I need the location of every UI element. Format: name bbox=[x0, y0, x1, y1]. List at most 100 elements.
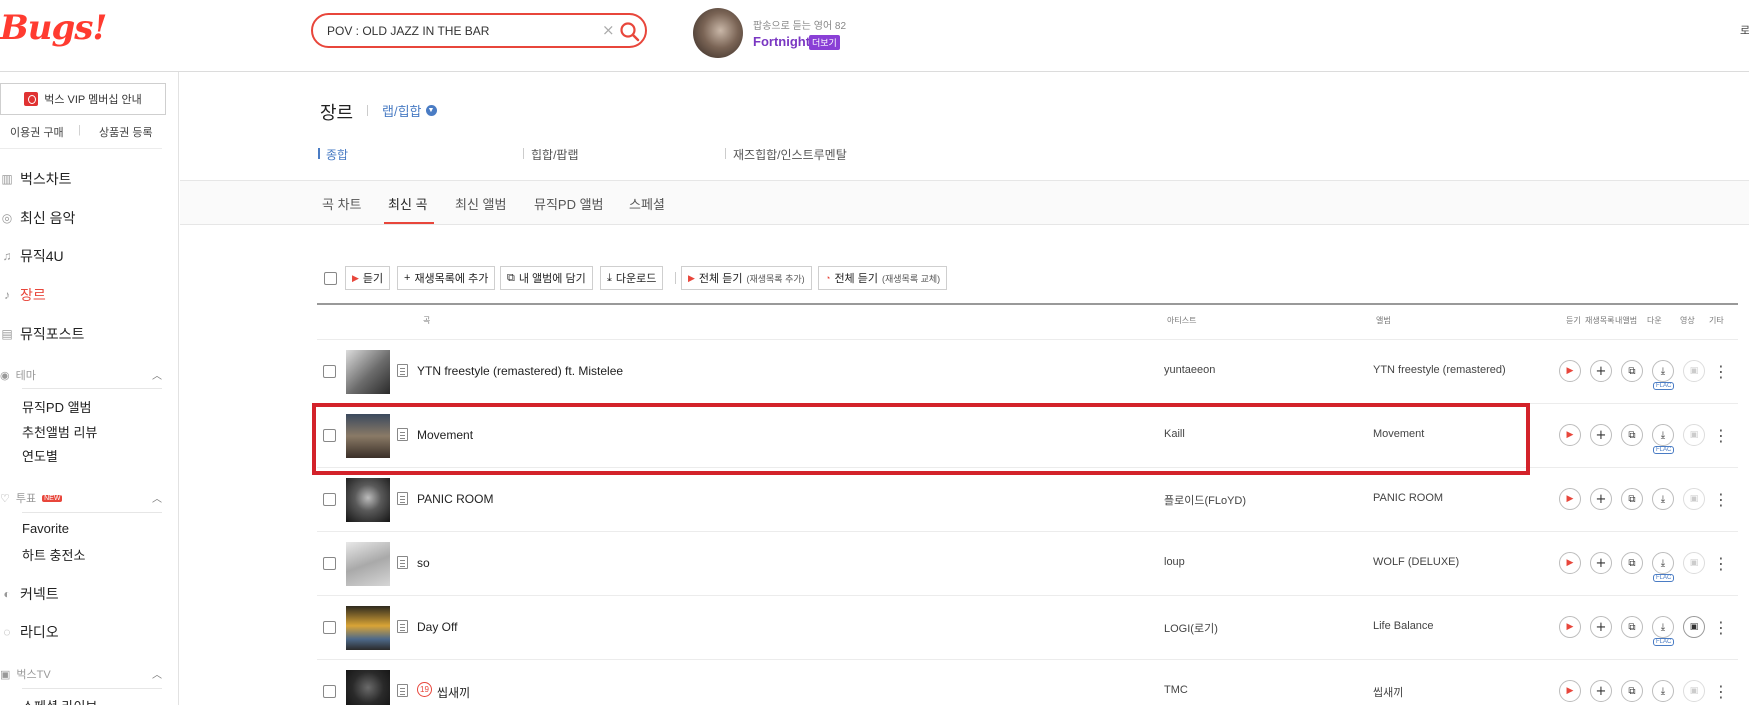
more-options-icon[interactable]: ⋮ bbox=[1710, 360, 1732, 382]
download-icon[interactable]: ⤓ bbox=[1652, 488, 1674, 510]
tab-musicpd-albums[interactable]: 뮤직PD 앨범 bbox=[534, 194, 604, 213]
subgenre-all[interactable]: 종합 bbox=[317, 146, 348, 163]
track-album[interactable]: Life Balance bbox=[1373, 620, 1434, 632]
track-title[interactable]: so bbox=[417, 556, 430, 570]
coupon-link[interactable]: 상품권 등록 bbox=[99, 124, 153, 140]
add-to-playlist-icon[interactable]: + bbox=[1590, 552, 1612, 574]
tv-item-special-live[interactable]: 스페셜 라이브 bbox=[22, 696, 97, 705]
table-row[interactable]: so loup WOLF (DELUXE) ▶ + ⧉ ⤓ FLAC ▣ ⋮ bbox=[317, 531, 1738, 595]
track-artist[interactable]: LOGI(로기) bbox=[1164, 620, 1218, 636]
add-to-playlist-icon[interactable]: + bbox=[1590, 488, 1612, 510]
tab-special[interactable]: 스페셜 bbox=[629, 194, 665, 213]
add-to-album-icon[interactable]: ⧉ bbox=[1621, 616, 1643, 638]
download-icon[interactable]: ⤓ bbox=[1652, 616, 1674, 638]
vote-section-header[interactable]: ♡ 투표 NEW ︿ bbox=[0, 490, 162, 506]
track-title[interactable]: Day Off bbox=[417, 620, 457, 634]
bugs-tv-section-header[interactable]: ▣ 벅스TV ︿ bbox=[0, 666, 162, 682]
tab-new-albums[interactable]: 최신 앨범 bbox=[455, 194, 506, 213]
table-row[interactable]: Day Off LOGI(로기) Life Balance ▶ + ⧉ ⤓ FL… bbox=[317, 595, 1738, 659]
video-icon[interactable]: ▣ bbox=[1683, 616, 1705, 638]
vip-membership-button[interactable]: 벅스 VIP 멤버십 안내 bbox=[0, 83, 166, 115]
track-title[interactable]: 씹새끼 bbox=[437, 684, 470, 701]
sidebar-item-connect[interactable]: ◐ 커넥트 bbox=[0, 584, 58, 604]
track-artist[interactable]: yuntaeeon bbox=[1164, 364, 1215, 376]
download-icon[interactable]: ⤓ bbox=[1652, 424, 1674, 446]
sidebar-item-bugs-chart[interactable]: ▥ 벅스차트 bbox=[0, 169, 71, 189]
lyrics-icon[interactable] bbox=[397, 684, 408, 697]
chevron-up-icon[interactable]: ︿ bbox=[152, 490, 162, 505]
add-to-playlist-icon[interactable]: + bbox=[1590, 424, 1612, 446]
theme-section-header[interactable]: ◉ 테마 ︿ bbox=[0, 367, 162, 383]
table-row[interactable]: YTN freestyle (remastered) ft. Mistelee … bbox=[317, 339, 1738, 403]
table-row[interactable]: 19 씹새끼 TMC 씹새끼 ▶ + ⧉ ⤓ ▣ ⋮ bbox=[317, 659, 1738, 705]
play-icon[interactable]: ▶ bbox=[1559, 488, 1581, 510]
track-title[interactable]: YTN freestyle (remastered) ft. Mistelee bbox=[417, 364, 623, 378]
sidebar-item-radio[interactable]: ◌ 라디오 bbox=[0, 622, 58, 642]
more-options-icon[interactable]: ⋮ bbox=[1710, 488, 1732, 510]
subgenre-hiphop-poprap[interactable]: 힙합/팝랩 bbox=[523, 146, 579, 163]
lyrics-icon[interactable] bbox=[397, 556, 408, 569]
sidebar-item-new-music[interactable]: ◎ 최신 음악 bbox=[0, 208, 76, 228]
play-icon[interactable]: ▶ bbox=[1559, 680, 1581, 702]
promo-more-button[interactable]: 더보기 bbox=[809, 35, 840, 50]
more-options-icon[interactable]: ⋮ bbox=[1710, 424, 1732, 446]
header-edge-text[interactable]: 로 bbox=[1740, 22, 1749, 38]
clear-icon[interactable]: × bbox=[602, 21, 615, 39]
album-thumbnail[interactable] bbox=[346, 478, 390, 522]
bugs-logo[interactable]: Bugs! bbox=[0, 8, 107, 48]
buy-pass-link[interactable]: 이용권 구매 bbox=[10, 124, 64, 140]
promo-thumbnail[interactable] bbox=[693, 8, 743, 58]
sidebar-item-music-post[interactable]: ▤ 뮤직포스트 bbox=[0, 324, 84, 344]
download-button[interactable]: ⤓ 다운로드 bbox=[600, 266, 664, 290]
subgenre-jazzhiphop[interactable]: 재즈힙합/인스트루멘탈 bbox=[725, 146, 847, 163]
sidebar-item-music4u[interactable]: ♫ 뮤직4U bbox=[0, 246, 64, 266]
album-thumbnail[interactable] bbox=[346, 350, 390, 394]
theme-item-album-review[interactable]: 추천앨범 리뷰 bbox=[22, 422, 97, 441]
row-checkbox[interactable] bbox=[323, 621, 336, 634]
album-thumbnail[interactable] bbox=[346, 670, 390, 705]
listen-all-replace-button[interactable]: ◔ 전체 듣기 (재생목록 교체) bbox=[818, 266, 948, 290]
theme-item-by-year[interactable]: 연도별 bbox=[22, 446, 58, 465]
lyrics-icon[interactable] bbox=[397, 364, 408, 377]
add-to-album-icon[interactable]: ⧉ bbox=[1621, 360, 1643, 382]
vote-item-favorite[interactable]: Favorite bbox=[22, 521, 69, 536]
search-box[interactable]: × bbox=[311, 13, 647, 48]
track-album[interactable]: PANIC ROOM bbox=[1373, 492, 1443, 504]
select-all-checkbox[interactable] bbox=[324, 272, 337, 285]
chevron-up-icon[interactable]: ︿ bbox=[152, 367, 162, 382]
lyrics-icon[interactable] bbox=[397, 620, 408, 633]
download-icon[interactable]: ⤓ bbox=[1652, 360, 1674, 382]
theme-item-musicpd-album[interactable]: 뮤직PD 앨범 bbox=[22, 397, 92, 416]
lyrics-icon[interactable] bbox=[397, 492, 408, 505]
add-to-album-icon[interactable]: ⧉ bbox=[1621, 680, 1643, 702]
more-options-icon[interactable]: ⋮ bbox=[1710, 552, 1732, 574]
row-checkbox[interactable] bbox=[323, 557, 336, 570]
row-checkbox[interactable] bbox=[323, 365, 336, 378]
track-artist[interactable]: loup bbox=[1164, 556, 1185, 568]
vote-item-heart-station[interactable]: 하트 충전소 bbox=[22, 545, 85, 564]
row-checkbox[interactable] bbox=[323, 493, 336, 506]
more-options-icon[interactable]: ⋮ bbox=[1710, 680, 1732, 702]
listen-all-add-button[interactable]: ▶ 전체 듣기 (재생목록 추가) bbox=[681, 266, 812, 290]
track-album[interactable]: YTN freestyle (remastered) bbox=[1373, 364, 1506, 376]
table-row[interactable]: PANIC ROOM 플로이드(FLoYD) PANIC ROOM ▶ + ⧉ … bbox=[317, 467, 1738, 531]
add-to-playlist-icon[interactable]: + bbox=[1590, 680, 1612, 702]
my-album-button[interactable]: ⧉ 내 앨범에 담기 bbox=[500, 266, 593, 290]
row-checkbox[interactable] bbox=[323, 685, 336, 698]
add-to-album-icon[interactable]: ⧉ bbox=[1621, 488, 1643, 510]
play-icon[interactable]: ▶ bbox=[1559, 360, 1581, 382]
track-title[interactable]: PANIC ROOM bbox=[417, 492, 493, 506]
download-icon[interactable]: ⤓ bbox=[1652, 680, 1674, 702]
more-options-icon[interactable]: ⋮ bbox=[1710, 616, 1732, 638]
track-artist[interactable]: 플로이드(FLoYD) bbox=[1164, 492, 1246, 508]
listen-button[interactable]: ▶ 듣기 bbox=[345, 266, 391, 290]
add-to-album-icon[interactable]: ⧉ bbox=[1621, 424, 1643, 446]
play-icon[interactable]: ▶ bbox=[1559, 616, 1581, 638]
track-album[interactable]: 씹새끼 bbox=[1373, 684, 1403, 700]
download-icon[interactable]: ⤓ bbox=[1652, 552, 1674, 574]
play-icon[interactable]: ▶ bbox=[1559, 552, 1581, 574]
add-to-playlist-icon[interactable]: + bbox=[1590, 616, 1612, 638]
play-icon[interactable]: ▶ bbox=[1559, 424, 1581, 446]
add-playlist-button[interactable]: + 재생목록에 추가 bbox=[397, 266, 496, 290]
chevron-up-icon[interactable]: ︿ bbox=[152, 666, 162, 681]
